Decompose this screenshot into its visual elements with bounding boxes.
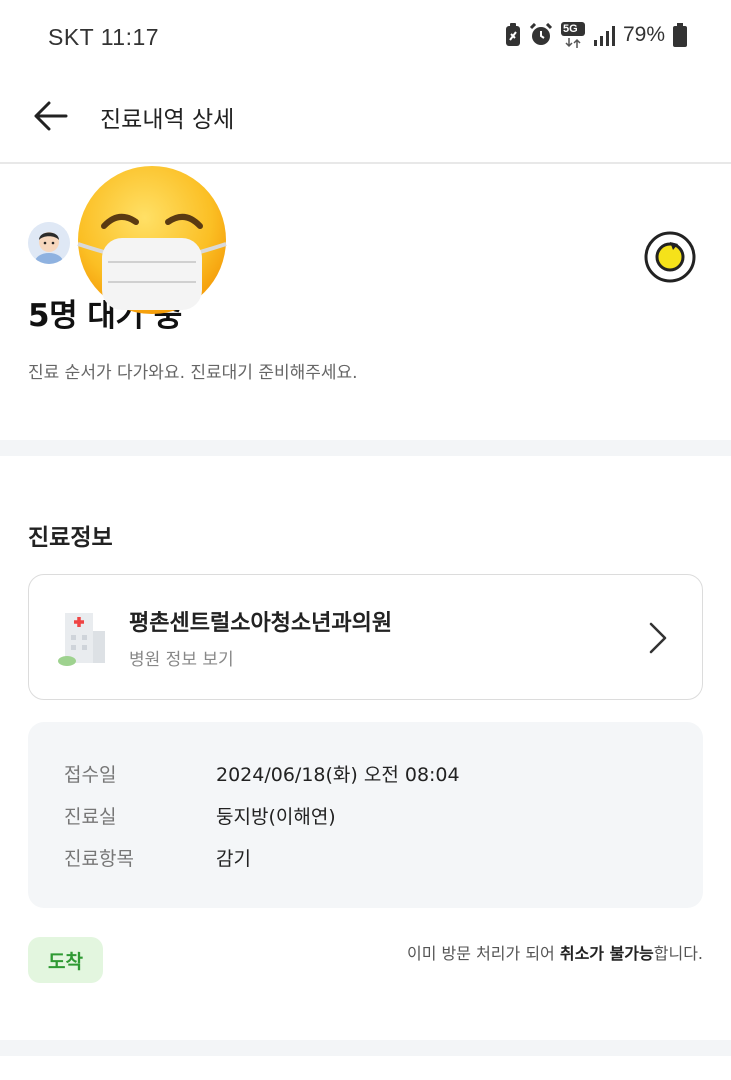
detail-value: 감기 <box>216 848 251 870</box>
detail-row-category: 진료항목 감기 <box>64 844 664 872</box>
page-title: 진료내역 상세 <box>100 107 235 133</box>
hospital-card[interactable]: 평촌센트럴소아청소년과의원 병원 정보 보기 <box>28 574 703 700</box>
cancel-note: 이미 방문 처리가 되어 취소가 불가능합니다. <box>407 940 703 964</box>
detail-value: 2024/06/18(화) 오전 08:04 <box>216 764 460 786</box>
network-label: 5G <box>560 22 585 36</box>
detail-key: 접수일 <box>64 764 117 786</box>
mask-emoji-icon <box>77 166 227 314</box>
refresh-icon <box>644 231 696 283</box>
back-button[interactable] <box>28 94 72 138</box>
network-5g-icon: 5G <box>560 22 585 48</box>
detail-key: 진료항목 <box>64 848 134 870</box>
section-divider <box>0 440 731 456</box>
chevron-right-icon <box>649 622 667 654</box>
detail-row-reception-date: 접수일 2024/06/18(화) 오전 08:04 <box>64 760 664 788</box>
detail-value: 둥지방(이해연) <box>216 806 336 828</box>
queue-status-section: 5명 대기 중 진료 순서가 다가와요. 진료대기 준비해주세요. <box>0 164 731 440</box>
battery-percent: 79% <box>622 23 665 46</box>
hospital-building-icon <box>58 613 105 666</box>
app-header: 진료내역 상세 <box>0 72 731 164</box>
signal-icon <box>593 26 615 46</box>
carrier-time: SKT 11:17 <box>48 24 160 50</box>
queue-description: 진료 순서가 다가와요. 진료대기 준비해주세요. <box>28 363 358 383</box>
hospital-info-link[interactable]: 병원 정보 보기 <box>129 645 234 670</box>
refresh-button[interactable] <box>643 230 697 284</box>
cancel-note-suffix: 합니다. <box>653 944 703 963</box>
cancel-note-prefix: 이미 방문 처리가 되어 <box>407 944 560 963</box>
detail-row-room: 진료실 둥지방(이해연) <box>64 802 664 830</box>
treatment-detail-panel: 접수일 2024/06/18(화) 오전 08:04 진료실 둥지방(이해연) … <box>28 722 703 908</box>
hospital-name: 평촌센트럴소아청소년과의원 <box>129 611 393 636</box>
section-divider <box>0 1040 731 1056</box>
battery-saver-icon <box>505 23 520 46</box>
status-icons: 5G 79% <box>505 22 687 48</box>
avatar <box>28 222 70 264</box>
status-badge: 도착 <box>28 937 103 983</box>
arrow-left-icon <box>34 101 68 131</box>
detail-key: 진료실 <box>64 806 117 828</box>
cancel-note-emphasis: 취소가 불가능 <box>559 944 654 963</box>
section-title: 진료정보 <box>28 525 113 551</box>
status-bar: SKT 11:17 5G 79% <box>0 0 731 72</box>
alarm-icon <box>529 23 553 45</box>
battery-icon <box>673 23 687 47</box>
